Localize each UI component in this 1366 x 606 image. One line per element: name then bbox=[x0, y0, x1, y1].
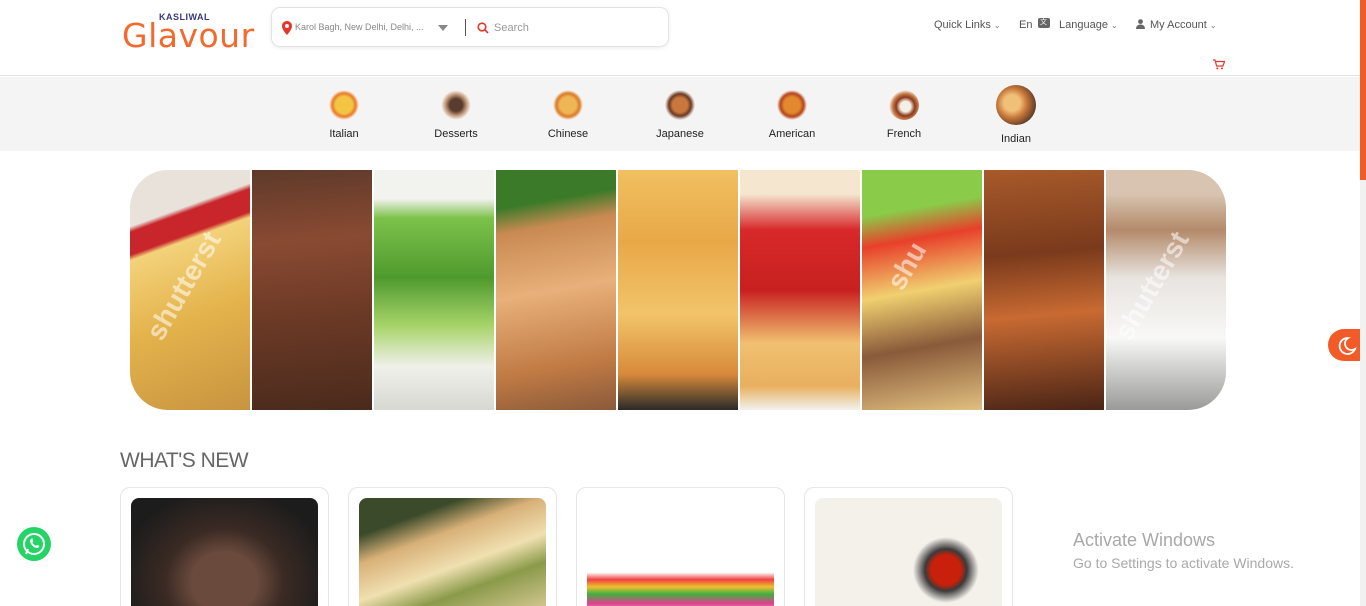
watermark: shutterst bbox=[1108, 226, 1195, 346]
my-account-label: My Account bbox=[1150, 19, 1207, 31]
category-desserts[interactable]: Desserts bbox=[416, 87, 496, 140]
user-icon bbox=[1136, 19, 1145, 29]
category-label: Japanese bbox=[656, 128, 704, 140]
category-american[interactable]: American bbox=[752, 87, 832, 140]
search-input[interactable] bbox=[494, 18, 654, 38]
language-label: Language bbox=[1059, 19, 1108, 31]
category-label: Chinese bbox=[547, 128, 589, 140]
banner-image-salad bbox=[374, 170, 494, 410]
category-thumbnail bbox=[665, 90, 695, 120]
watermark: shutterst bbox=[140, 226, 227, 346]
search-divider bbox=[465, 19, 466, 36]
category-thumbnail bbox=[553, 90, 583, 120]
category-label: Indian bbox=[1001, 133, 1031, 145]
watermark: shu bbox=[880, 236, 933, 296]
product-card[interactable] bbox=[120, 487, 329, 606]
category-label: Desserts bbox=[434, 128, 478, 140]
quick-links-label: Quick Links bbox=[934, 19, 991, 31]
search-bar: Karol Bagh, New Delhi, Delhi, ... bbox=[271, 7, 669, 47]
category-indian[interactable]: Indian bbox=[976, 85, 1056, 145]
quick-links-menu[interactable]: Quick Links ⌄ bbox=[934, 19, 1001, 31]
whatsapp-button[interactable] bbox=[17, 527, 51, 561]
banner-image-coffee: shutterst bbox=[1106, 170, 1226, 410]
location-dropdown-icon[interactable] bbox=[438, 25, 448, 31]
cart-icon[interactable] bbox=[1213, 59, 1225, 70]
chevron-down-icon: ⌄ bbox=[1209, 21, 1217, 30]
banner-image-spaghetti bbox=[740, 170, 860, 410]
chevron-down-icon: ⌄ bbox=[993, 21, 1001, 30]
category-label: American bbox=[768, 128, 816, 140]
product-card[interactable] bbox=[804, 487, 1013, 606]
header: KASLIWAL Glavour Karol Bagh, New Delhi, … bbox=[0, 0, 1360, 76]
category-italian[interactable]: Italian bbox=[304, 87, 384, 140]
dark-mode-toggle[interactable] bbox=[1328, 329, 1362, 361]
category-chinese[interactable]: Chinese bbox=[528, 87, 608, 140]
banner-image-steak bbox=[252, 170, 372, 410]
banner-image-fries: shutterst bbox=[130, 170, 250, 410]
category-french[interactable]: French bbox=[864, 87, 944, 140]
language-selector[interactable]: En 文 bbox=[1019, 18, 1050, 32]
language-code: En bbox=[1019, 19, 1033, 31]
logo-main-text: Glavour bbox=[122, 16, 255, 55]
moon-icon bbox=[1338, 337, 1357, 355]
my-account-menu[interactable]: My Account ⌄ bbox=[1136, 19, 1217, 31]
product-card[interactable] bbox=[576, 487, 785, 606]
chevron-down-icon: ⌄ bbox=[1110, 21, 1118, 30]
category-thumbnail bbox=[889, 90, 919, 120]
page-scrollbar[interactable] bbox=[1360, 0, 1366, 606]
page: KASLIWAL Glavour Karol Bagh, New Delhi, … bbox=[0, 0, 1366, 606]
whats-new-heading: WHAT'S NEW bbox=[120, 449, 249, 472]
product-image bbox=[359, 498, 546, 606]
category-bar: Italian Desserts Chinese Japanese Americ… bbox=[0, 77, 1360, 151]
search-icon[interactable] bbox=[477, 22, 489, 34]
windows-activation-subtitle: Go to Settings to activate Windows. bbox=[1073, 555, 1294, 571]
banner-image-salmon bbox=[496, 170, 616, 410]
location-selector[interactable]: Karol Bagh, New Delhi, Delhi, ... bbox=[295, 22, 424, 32]
product-card[interactable] bbox=[348, 487, 557, 606]
logo[interactable]: KASLIWAL Glavour bbox=[122, 10, 254, 55]
product-image bbox=[131, 498, 318, 606]
category-thumbnail bbox=[441, 90, 471, 120]
category-label: French bbox=[886, 128, 922, 140]
category-thumbnail bbox=[777, 90, 807, 120]
scrollbar-thumb[interactable] bbox=[1360, 0, 1366, 180]
windows-activation-title: Activate Windows bbox=[1073, 530, 1216, 550]
banner-image-tacos: shu bbox=[862, 170, 982, 410]
translate-icon: 文 bbox=[1037, 18, 1050, 28]
product-image bbox=[587, 498, 774, 606]
banner-image-grilled-chicken bbox=[984, 170, 1104, 410]
product-image bbox=[815, 498, 1002, 606]
hero-banner[interactable]: shutterst shu shutterst bbox=[130, 170, 1226, 410]
category-thumbnail bbox=[329, 90, 359, 120]
banner-image-noodles bbox=[618, 170, 738, 410]
location-pin-icon bbox=[282, 21, 292, 35]
whatsapp-icon bbox=[23, 533, 45, 555]
category-japanese[interactable]: Japanese bbox=[640, 87, 720, 140]
category-thumbnail bbox=[996, 85, 1036, 125]
language-menu[interactable]: Language ⌄ bbox=[1059, 19, 1118, 31]
category-label: Italian bbox=[329, 128, 359, 140]
